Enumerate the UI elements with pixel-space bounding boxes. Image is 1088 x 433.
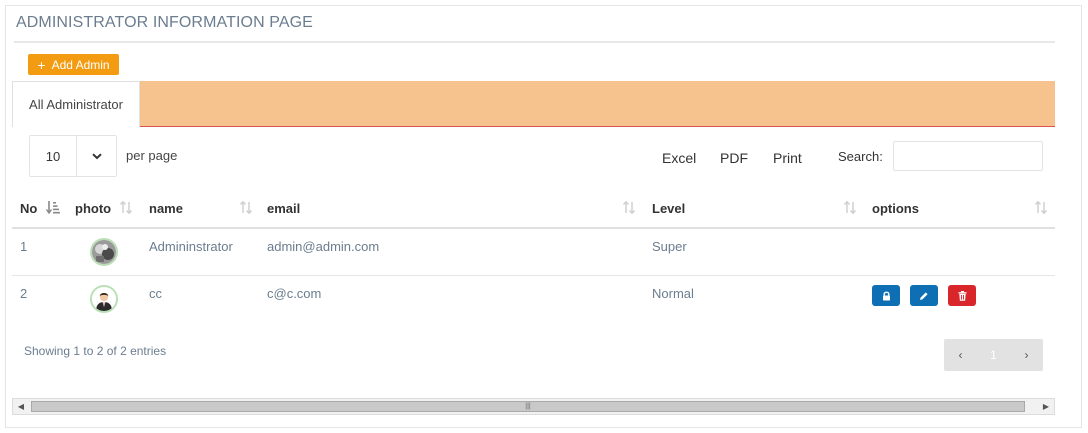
- add-admin-label: Add Admin: [51, 57, 110, 72]
- scrollbar-thumb[interactable]: |||: [31, 401, 1025, 412]
- edit-button[interactable]: [910, 285, 938, 306]
- pagination-prev-button[interactable]: ‹: [944, 339, 977, 371]
- pagination-page-1[interactable]: 1: [977, 339, 1010, 371]
- column-header-photo[interactable]: photo: [75, 201, 111, 216]
- column-header-options[interactable]: options: [872, 201, 919, 216]
- print-button[interactable]: Print: [773, 150, 802, 166]
- add-admin-button[interactable]: + Add Admin: [28, 54, 119, 75]
- horizontal-scrollbar[interactable]: ◀ ||| ▶: [12, 398, 1055, 415]
- edit-icon: [920, 291, 928, 300]
- column-header-email[interactable]: email: [267, 201, 300, 216]
- cell-email: admin@admin.com: [267, 239, 380, 254]
- cell-no: 1: [20, 239, 28, 254]
- cell-level: Super: [652, 239, 687, 254]
- page-title: ADMINISTRATOR INFORMATION PAGE: [16, 14, 313, 31]
- trash-icon: [958, 290, 966, 301]
- table-header-divider: [12, 227, 1055, 229]
- sort-asc-icon[interactable]: [45, 201, 60, 217]
- pagination-next-button[interactable]: ›: [1010, 339, 1043, 371]
- avatar: [90, 285, 118, 313]
- column-header-level[interactable]: Level: [652, 201, 685, 216]
- page-length-value: 10: [30, 136, 77, 176]
- sort-icon[interactable]: [843, 200, 857, 217]
- avatar: [90, 238, 118, 266]
- page-length-select[interactable]: 10: [29, 135, 117, 177]
- tab-all-administrator[interactable]: All Administrator: [12, 81, 140, 127]
- pagination: ‹ 1 ›: [944, 339, 1043, 371]
- chevron-down-icon: [77, 136, 116, 176]
- sort-icon[interactable]: [119, 200, 133, 217]
- export-pdf-button[interactable]: PDF: [720, 150, 748, 166]
- row-divider: [12, 275, 1055, 276]
- search-input[interactable]: [893, 141, 1043, 171]
- per-page-label: per page: [126, 148, 178, 163]
- sort-icon[interactable]: [622, 200, 636, 217]
- scroll-left-icon[interactable]: ◀: [13, 399, 29, 414]
- cell-level: Normal: [652, 286, 694, 301]
- search-label: Search:: [838, 149, 883, 164]
- sort-icon[interactable]: [239, 200, 253, 217]
- export-excel-button[interactable]: Excel: [662, 150, 696, 166]
- scroll-right-icon[interactable]: ▶: [1038, 399, 1054, 414]
- cell-name: Admininstrator: [149, 239, 233, 254]
- sort-icon[interactable]: [1034, 200, 1048, 217]
- column-header-no[interactable]: No: [20, 201, 37, 216]
- tab-bar: All Administrator: [12, 81, 1055, 127]
- plus-icon: +: [37, 56, 46, 73]
- delete-button[interactable]: [948, 285, 976, 306]
- cell-name: cc: [149, 286, 162, 301]
- cell-no: 2: [20, 286, 28, 301]
- cell-email: c@c.com: [267, 286, 322, 301]
- lock-button[interactable]: [872, 285, 900, 306]
- title-divider: [14, 41, 1055, 43]
- lock-icon: [882, 291, 890, 300]
- table-info: Showing 1 to 2 of 2 entries: [24, 344, 167, 358]
- column-header-name[interactable]: name: [149, 201, 183, 216]
- admin-panel: [5, 5, 1082, 428]
